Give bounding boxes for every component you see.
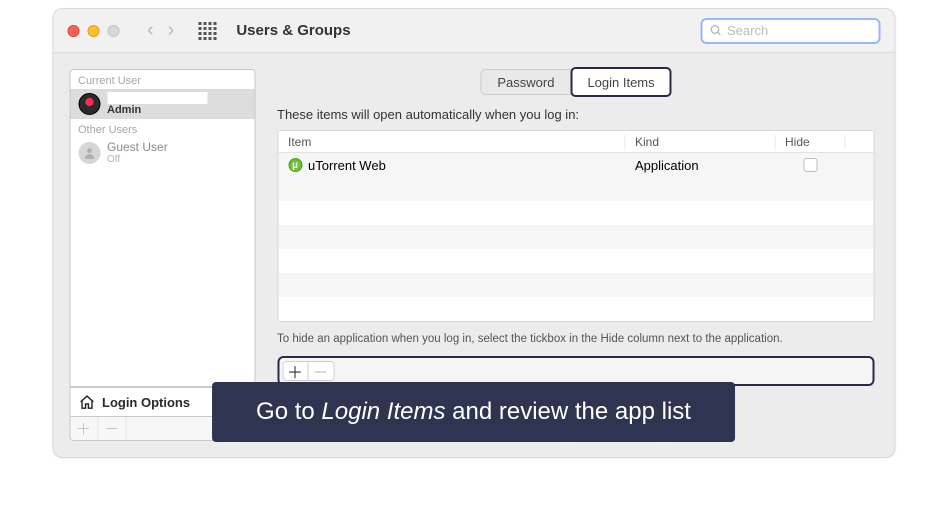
current-user-header: Current User xyxy=(70,70,254,89)
remove-user-button: － xyxy=(98,417,126,440)
avatar xyxy=(78,93,100,115)
show-all-icon[interactable] xyxy=(198,22,216,40)
window-controls xyxy=(67,25,119,37)
tab-password[interactable]: Password xyxy=(481,70,571,94)
caption-prefix: Go to xyxy=(256,398,321,425)
tab-login-items[interactable]: Login Items xyxy=(570,67,671,97)
other-users-header: Other Users xyxy=(70,119,254,138)
current-user-name xyxy=(107,92,207,104)
current-user-role: Admin xyxy=(107,104,207,116)
col-item[interactable]: Item xyxy=(278,135,625,149)
hide-checkbox[interactable] xyxy=(803,158,817,172)
house-icon xyxy=(78,394,95,411)
window-title: Users & Groups xyxy=(236,22,350,39)
instruction-caption: Go to Login Items and review the app lis… xyxy=(212,382,735,442)
nav-arrows: ‹ › xyxy=(147,19,174,42)
login-options-label: Login Options xyxy=(102,395,190,410)
item-name: uTorrent Web xyxy=(308,158,386,173)
add-item-button[interactable]: ＋ xyxy=(282,361,308,381)
tabs: Password Login Items xyxy=(480,69,670,95)
caption-em: Login Items xyxy=(321,398,445,425)
login-items-table: Item Kind Hide µ uTorrent Web Applicatio… xyxy=(277,130,874,322)
titlebar: ‹ › Users & Groups xyxy=(53,9,894,53)
table-row[interactable]: µ uTorrent Web Application xyxy=(278,153,873,177)
user-list: Current User Admin Other Users xyxy=(69,69,255,387)
avatar xyxy=(78,142,100,164)
table-header: Item Kind Hide xyxy=(278,131,873,153)
remove-item-button[interactable]: － xyxy=(308,361,334,381)
utorrent-icon: µ xyxy=(288,158,302,172)
add-user-button: ＋ xyxy=(70,417,98,440)
back-button[interactable]: ‹ xyxy=(147,19,154,42)
hide-hint: To hide an application when you log in, … xyxy=(277,332,797,348)
search-field-container[interactable] xyxy=(700,18,880,44)
login-items-description: These items will open automatically when… xyxy=(277,107,874,122)
search-input[interactable] xyxy=(727,23,871,38)
current-user-row[interactable]: Admin xyxy=(70,89,254,119)
close-button[interactable] xyxy=(67,25,79,37)
empty-rows xyxy=(278,177,873,321)
guest-user-row[interactable]: Guest User Off xyxy=(70,138,254,168)
minimize-button[interactable] xyxy=(87,25,99,37)
zoom-button xyxy=(107,25,119,37)
forward-button: › xyxy=(168,19,175,42)
guest-user-status: Off xyxy=(107,154,168,165)
item-kind: Application xyxy=(625,158,775,173)
col-kind[interactable]: Kind xyxy=(625,135,775,149)
col-hide[interactable]: Hide xyxy=(775,135,845,149)
search-icon xyxy=(709,24,722,37)
caption-suffix: and review the app list xyxy=(445,398,690,425)
guest-user-name: Guest User xyxy=(107,141,168,154)
